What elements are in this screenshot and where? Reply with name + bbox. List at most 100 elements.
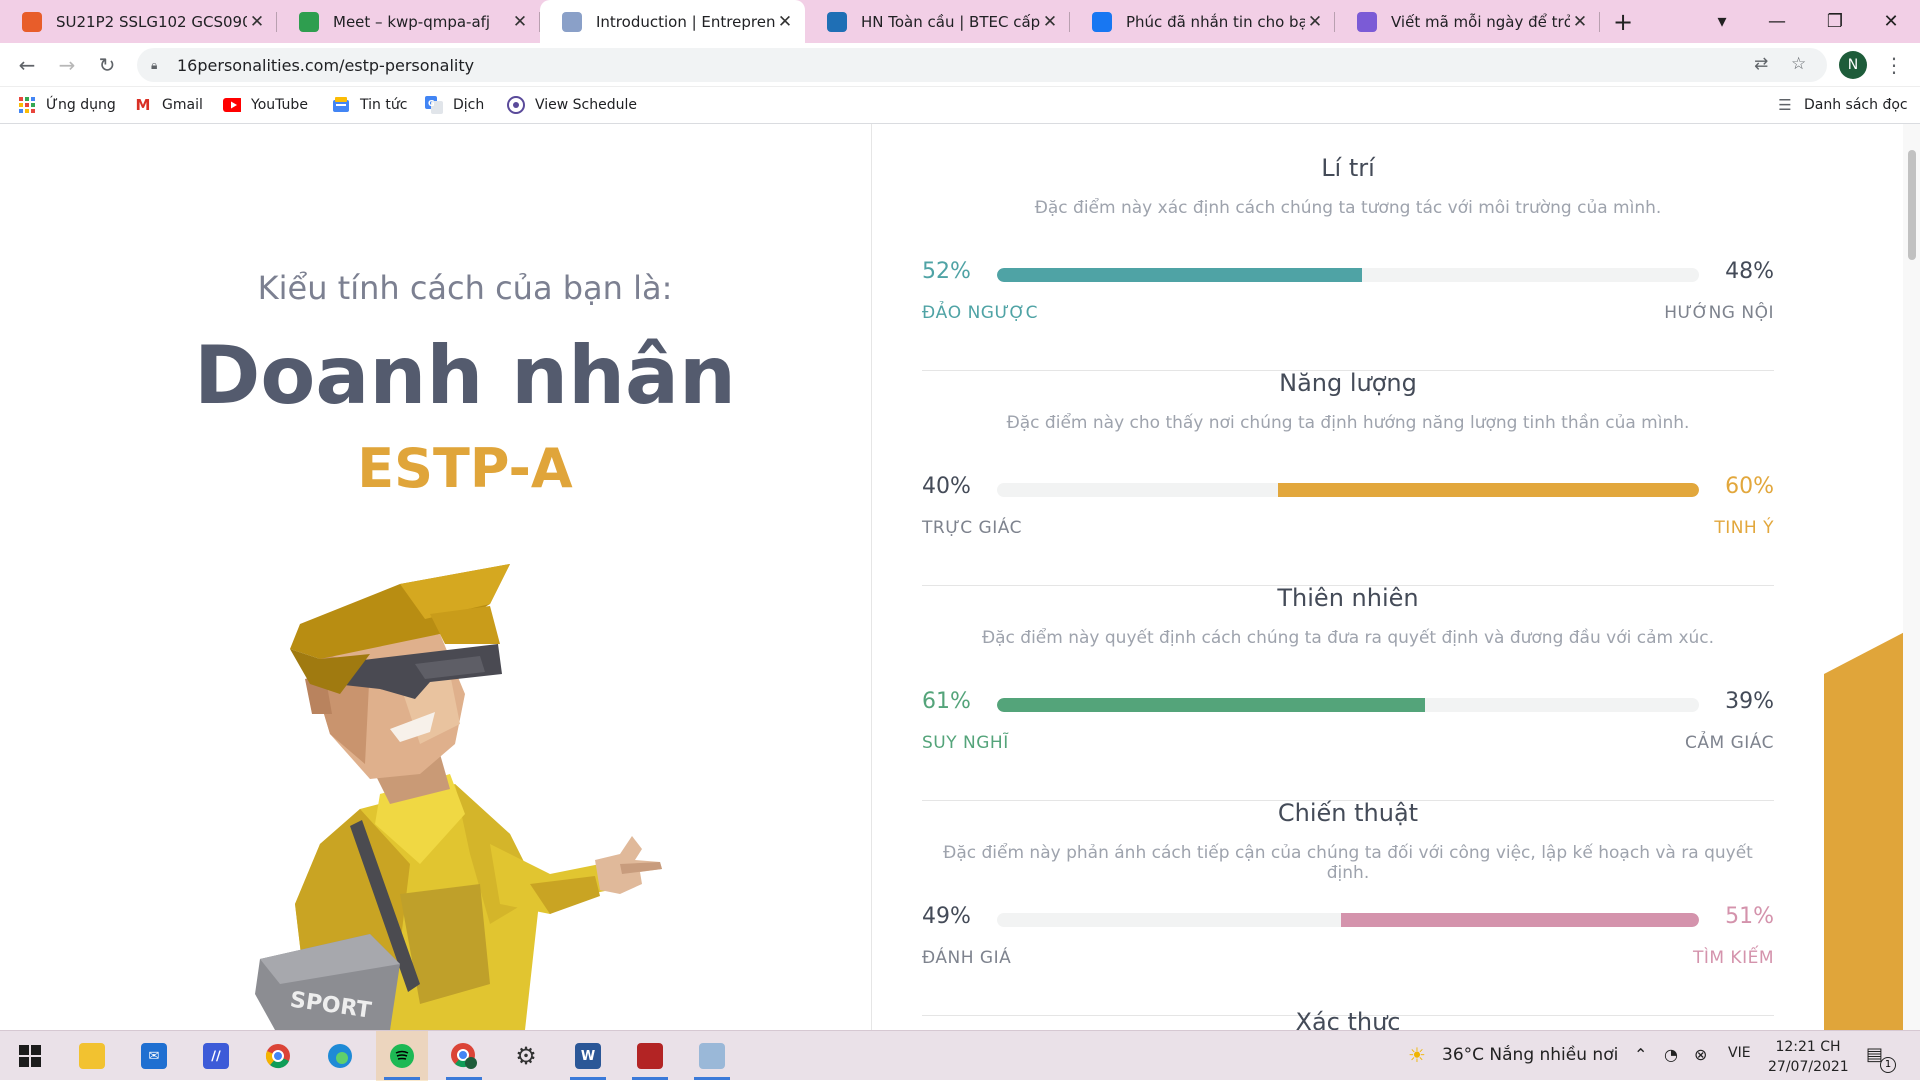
trait-right-percent: 51%	[1725, 904, 1774, 929]
close-tab-icon[interactable]: ✕	[1570, 12, 1590, 32]
16personalities-icon	[562, 11, 582, 32]
close-tab-icon[interactable]: ✕	[247, 12, 267, 32]
bookmark-label: View Schedule	[535, 97, 638, 113]
trait-name: Chiến thuật	[1277, 799, 1419, 827]
close-tab-icon[interactable]: ✕	[1040, 12, 1060, 32]
url-text[interactable]: 16personalities.com/estp-personality	[177, 56, 474, 75]
trait-energy: Năng lượng Đặc điểm này cho thấy nơi chú…	[922, 369, 1774, 586]
scrollbar-thumb[interactable]	[1908, 150, 1916, 260]
weather-text[interactable]: 36°C Nắng nhiều nơi	[1442, 1045, 1618, 1065]
bookmarks-bar: Ứng dụng M Gmail YouTube Tin tức G Dịch …	[0, 87, 1920, 124]
trait-left-label: ĐÁNH GIÁ	[922, 948, 1012, 968]
language-indicator[interactable]: VIE	[1728, 1045, 1751, 1061]
reload-icon[interactable]: ↻	[92, 51, 122, 79]
mail-icon[interactable]: ✉	[130, 1037, 178, 1075]
trait-mind: Lí trí Đặc điểm này xác định cách chúng …	[922, 154, 1774, 371]
trait-left-percent: 40%	[922, 474, 971, 499]
reading-list-label: Danh sách đọc	[1804, 97, 1908, 113]
lock-icon[interactable]: 🔒︎	[151, 58, 163, 72]
tab-strip: SU21P2 SSLG102 GCS0905A✕Meet – kwp-qmpa-…	[0, 0, 1920, 43]
trait-description: Đặc điểm này cho thấy nơi chúng ta định …	[1006, 413, 1690, 433]
svg-text:G: G	[428, 99, 435, 108]
notification-count: 1	[1880, 1057, 1896, 1073]
clock-time: 12:21 CH	[1775, 1039, 1841, 1055]
bookmark-apps[interactable]: Ứng dụng	[18, 95, 116, 115]
trait-tactics: Chiến thuật Đặc điểm này phản ánh cách t…	[922, 799, 1774, 1016]
personality-code: ESTP-A	[357, 437, 573, 500]
trait-right-label: CẢM GIÁC	[1685, 733, 1774, 753]
tab-code[interactable]: Viết mã mỗi ngày để trở thành✕	[1335, 0, 1600, 43]
new-tab-button[interactable]: +	[1595, 0, 1651, 43]
padlet-icon	[827, 11, 847, 32]
back-icon[interactable]: ←	[12, 51, 42, 79]
trait-bar-fill	[1340, 913, 1699, 927]
chrome-icon[interactable]	[254, 1037, 302, 1075]
volume-muted-icon[interactable]: ⊗	[1694, 1045, 1707, 1064]
trait-name: Lí trí	[1321, 154, 1375, 182]
visual-studio-icon[interactable]: ∕∕	[192, 1037, 240, 1075]
bookmark-gmail[interactable]: M Gmail	[134, 95, 203, 115]
entrepreneur-illustration: SPORT	[255, 564, 662, 1030]
close-tab-icon[interactable]: ✕	[1305, 12, 1325, 32]
paint-icon[interactable]	[688, 1037, 736, 1080]
tab-facebook[interactable]: Phúc đã nhắn tin cho bạn ✕	[1070, 0, 1335, 43]
google-translate-icon: G	[425, 96, 443, 114]
weather-icon[interactable]: ☀	[1408, 1043, 1426, 1067]
tab-title: Viết mã mỗi ngày để trở thành	[1391, 12, 1570, 31]
tab-fpt[interactable]: SU21P2 SSLG102 GCS0905A✕	[0, 0, 277, 43]
profile-avatar[interactable]: N	[1839, 51, 1867, 79]
personality-summary: Kiểu tính cách của bạn là: Doanh nhân ES…	[0, 124, 872, 1030]
close-tab-icon[interactable]: ✕	[510, 12, 530, 32]
settings-icon[interactable]: ⚙	[502, 1037, 550, 1075]
youtube-icon	[223, 96, 241, 114]
tab-padlet[interactable]: HN Toàn cầu | BTEC cấp quốc✕	[805, 0, 1070, 43]
network-icon[interactable]: ◔	[1664, 1045, 1678, 1064]
trait-right-label: TINH Ý	[1714, 518, 1774, 538]
word-icon[interactable]: W	[564, 1037, 612, 1080]
close-window-icon[interactable]: ✕	[1862, 0, 1920, 43]
traits-panel: Lí trí Đặc điểm này xác định cách chúng …	[872, 124, 1824, 1030]
browser-toolbar: ← → ↻ 🔒︎ 16personalities.com/estp-person…	[0, 43, 1920, 87]
trait-name: Thiên nhiên	[1277, 584, 1419, 612]
forward-icon[interactable]: →	[52, 51, 82, 79]
apps-grid-icon	[18, 96, 36, 114]
show-hidden-icons[interactable]: ⌃	[1634, 1045, 1647, 1064]
google-news-icon	[332, 96, 350, 114]
close-tab-icon[interactable]: ✕	[775, 12, 795, 32]
tab-16personalities[interactable]: Introduction | Entrepreneur✕	[540, 0, 805, 43]
trait-right-percent: 39%	[1725, 689, 1774, 714]
trait-left-label: SUY NGHĨ	[922, 733, 1009, 753]
bookmark-translate[interactable]: G Dịch	[425, 95, 484, 115]
translate-icon[interactable]: ⇄	[1754, 54, 1768, 74]
windows-taskbar: ✉ ∕∕ ⚙ W ☀ 36°C Nắng nhiều nơi ⌃ ◔ ⊗ VIE…	[0, 1030, 1920, 1081]
code-icon	[1357, 11, 1377, 32]
trait-right-label: TÌM KIẾM	[1692, 948, 1774, 968]
reading-list-button[interactable]: ☰ Danh sách đọc	[1776, 95, 1908, 115]
windows-start-icon[interactable]	[6, 1037, 54, 1075]
minimize-icon[interactable]: —	[1748, 0, 1806, 43]
file-explorer-icon[interactable]	[68, 1037, 116, 1075]
trait-identity-heading: Xác thực	[1295, 1008, 1401, 1030]
chrome-profile-icon[interactable]	[440, 1037, 488, 1080]
more-menu-icon[interactable]: ⋮	[1880, 51, 1908, 79]
clock-date: 27/07/2021	[1768, 1059, 1849, 1075]
bookmark-schedule[interactable]: View Schedule	[507, 95, 637, 115]
address-bar[interactable]: 🔒︎ 16personalities.com/estp-personality …	[137, 48, 1827, 82]
bookmark-star-icon[interactable]: ☆	[1791, 54, 1806, 74]
trait-right-label: HƯỚNG NỘI	[1664, 303, 1774, 323]
edge-icon[interactable]	[316, 1037, 364, 1075]
bookmark-news[interactable]: Tin tức	[332, 95, 407, 115]
trait-bar-fill	[997, 268, 1363, 282]
gmail-icon: M	[135, 96, 151, 114]
google-meet-icon	[299, 11, 319, 32]
bookmark-youtube[interactable]: YouTube	[223, 95, 308, 115]
vertical-scrollbar[interactable]	[1903, 124, 1920, 1030]
tab-search-icon[interactable]: ▾	[1693, 0, 1751, 43]
screen-recorder-icon[interactable]	[626, 1037, 674, 1080]
spotify-icon[interactable]	[376, 1031, 428, 1081]
trait-bar	[997, 268, 1699, 282]
tab-google-meet[interactable]: Meet – kwp-qmpa-afj ✕	[277, 0, 540, 43]
clock[interactable]: 12:21 CH 27/07/2021	[1768, 1037, 1849, 1077]
restore-icon[interactable]: ❐	[1806, 0, 1864, 43]
bookmark-label: Tin tức	[360, 97, 408, 113]
